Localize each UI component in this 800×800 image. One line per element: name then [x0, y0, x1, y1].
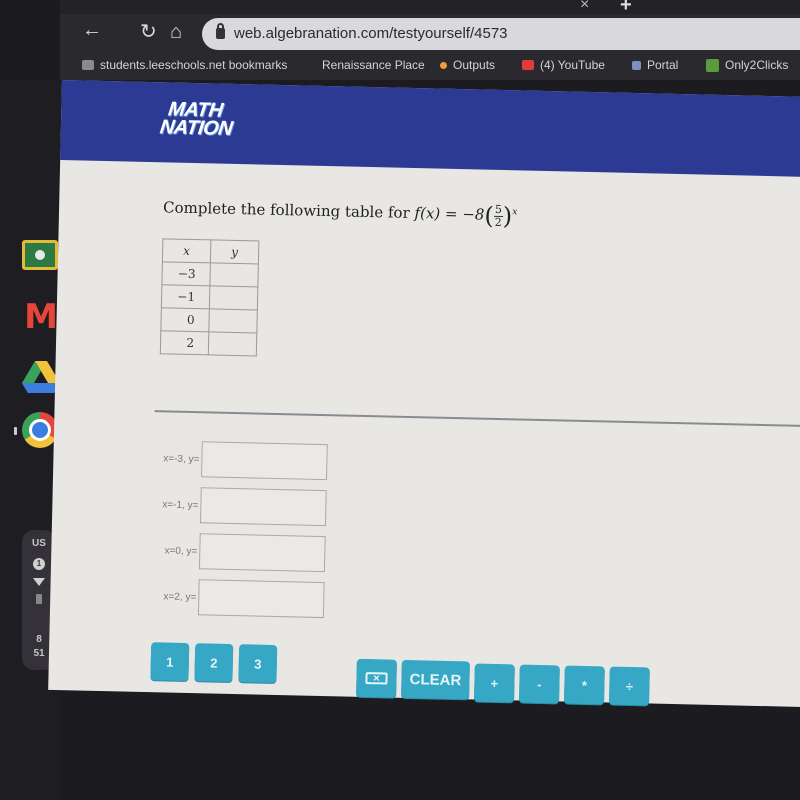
battery-icon [36, 594, 42, 604]
table-row: −1 [161, 284, 258, 310]
answer-row-x-neg1: x=-1, y= [122, 485, 327, 527]
cell-x: −3 [161, 261, 211, 286]
bookmark-only2clicks[interactable]: Only2Clicks [706, 58, 788, 72]
portal-icon [632, 60, 641, 70]
function-formula: f(x) = −8(5 2)x [414, 202, 518, 231]
answer-input-x-2[interactable] [197, 579, 325, 619]
denominator: 2 [494, 215, 502, 229]
google-classroom-icon[interactable] [22, 240, 58, 270]
home-icon[interactable]: ⌂ [170, 22, 182, 42]
key-multiply[interactable]: * [563, 665, 605, 705]
close-tab-icon[interactable]: × [580, 0, 589, 14]
backspace-button[interactable]: ✕ [356, 658, 397, 698]
prompt-text: Complete the following table for [162, 198, 410, 222]
bookmarks-bar: students.leeschools.net bookmarks Renais… [60, 54, 800, 80]
bookmark-outputs[interactable]: Outputs [440, 58, 495, 72]
back-icon[interactable]: ← [82, 20, 102, 40]
youtube-icon [522, 60, 534, 70]
answer-input-x-neg1[interactable] [199, 487, 327, 527]
cell-y [209, 285, 258, 310]
running-indicator [14, 427, 17, 435]
math-nation-page: MATH NATION Complete the following table… [48, 80, 800, 708]
bookmark-label: Portal [647, 58, 679, 72]
right-paren: ) [502, 202, 513, 231]
bookmark-label: Renaissance Place [322, 58, 425, 72]
math-nation-logo[interactable]: MATH NATION [158, 98, 236, 140]
cell-x: 2 [160, 330, 209, 355]
key-3[interactable]: 3 [238, 644, 278, 684]
site-header: MATH NATION [60, 80, 800, 178]
browser-toolbar: ← ↻ ⌂ web.algebranation.com/testyourself… [60, 14, 800, 54]
cell-x: −1 [161, 284, 210, 309]
reload-icon[interactable]: ↻ [140, 22, 157, 42]
section-divider [154, 410, 800, 428]
answer-label: x=0, y= [164, 544, 198, 557]
column-header-y: y [210, 239, 259, 265]
folder-icon [82, 60, 94, 70]
notification-badge: 1 [33, 558, 45, 570]
answer-label: x=-1, y= [162, 498, 199, 511]
numerator: 5 [493, 202, 504, 217]
bookmark-label: Outputs [453, 58, 496, 72]
answer-label: x=2, y= [163, 590, 197, 603]
answer-input-x-0[interactable] [198, 533, 326, 573]
key-minus[interactable]: - [518, 664, 560, 704]
table-row: 0 [160, 307, 258, 333]
question-prompt: Complete the following table for f(x) = … [163, 194, 518, 230]
bookmark-portal[interactable]: Portal [632, 58, 678, 72]
table-row: −3 [161, 261, 259, 287]
bookmark-renaissance[interactable]: Renaissance Place [322, 58, 425, 72]
wifi-icon [33, 578, 45, 586]
tab-bar: × + [60, 0, 800, 16]
key-plus[interactable]: + [474, 663, 515, 703]
bookmark-folder[interactable]: students.leeschools.net bookmarks [82, 58, 287, 72]
values-table: x y −3 −1 0 2 [160, 238, 260, 356]
bookmark-youtube[interactable]: (4) YouTube [522, 58, 605, 72]
table-header-row: x y [162, 238, 259, 265]
backspace-icon: ✕ [365, 672, 388, 685]
bookmark-label: students.leeschools.net bookmarks [100, 58, 288, 72]
chrome-icon[interactable] [22, 412, 58, 448]
cell-y [208, 308, 258, 333]
key-divide[interactable]: ÷ [608, 666, 650, 706]
cell-x: 0 [160, 307, 210, 332]
answer-label: x=-3, y= [163, 452, 200, 465]
clear-button[interactable]: CLEAR [401, 659, 470, 700]
lock-icon [216, 23, 225, 39]
cell-y [208, 331, 257, 356]
screen: × + ← ↻ ⌂ web.algebranation.com/testyour… [0, 0, 800, 800]
answer-row-x-neg3: x=-3, y= [123, 439, 328, 481]
os-shelf: M US 1 8 51 [0, 80, 62, 800]
key-2[interactable]: 2 [194, 643, 234, 683]
formula-lhs: f(x) = −8 [414, 204, 485, 224]
bookmark-label: Only2Clicks [725, 58, 789, 72]
key-1[interactable]: 1 [150, 642, 190, 682]
bookmark-label: (4) YouTube [540, 58, 605, 72]
answer-row-x-2: x=2, y= [120, 577, 325, 619]
logo-line-2: NATION [158, 116, 234, 140]
cell-y [209, 262, 259, 287]
only2clicks-icon [706, 58, 719, 72]
answer-input-x-neg3[interactable] [201, 441, 328, 481]
outputs-icon [440, 61, 447, 69]
url-text[interactable]: web.algebranation.com/testyourself/4573 [234, 25, 508, 42]
table-row: 2 [160, 330, 257, 356]
column-header-x: x [162, 238, 211, 263]
gmail-icon[interactable]: M [22, 297, 60, 337]
address-bar[interactable]: web.algebranation.com/testyourself/4573 [202, 18, 800, 50]
answer-row-x-0: x=0, y= [121, 531, 326, 573]
exponent: x [512, 207, 518, 218]
